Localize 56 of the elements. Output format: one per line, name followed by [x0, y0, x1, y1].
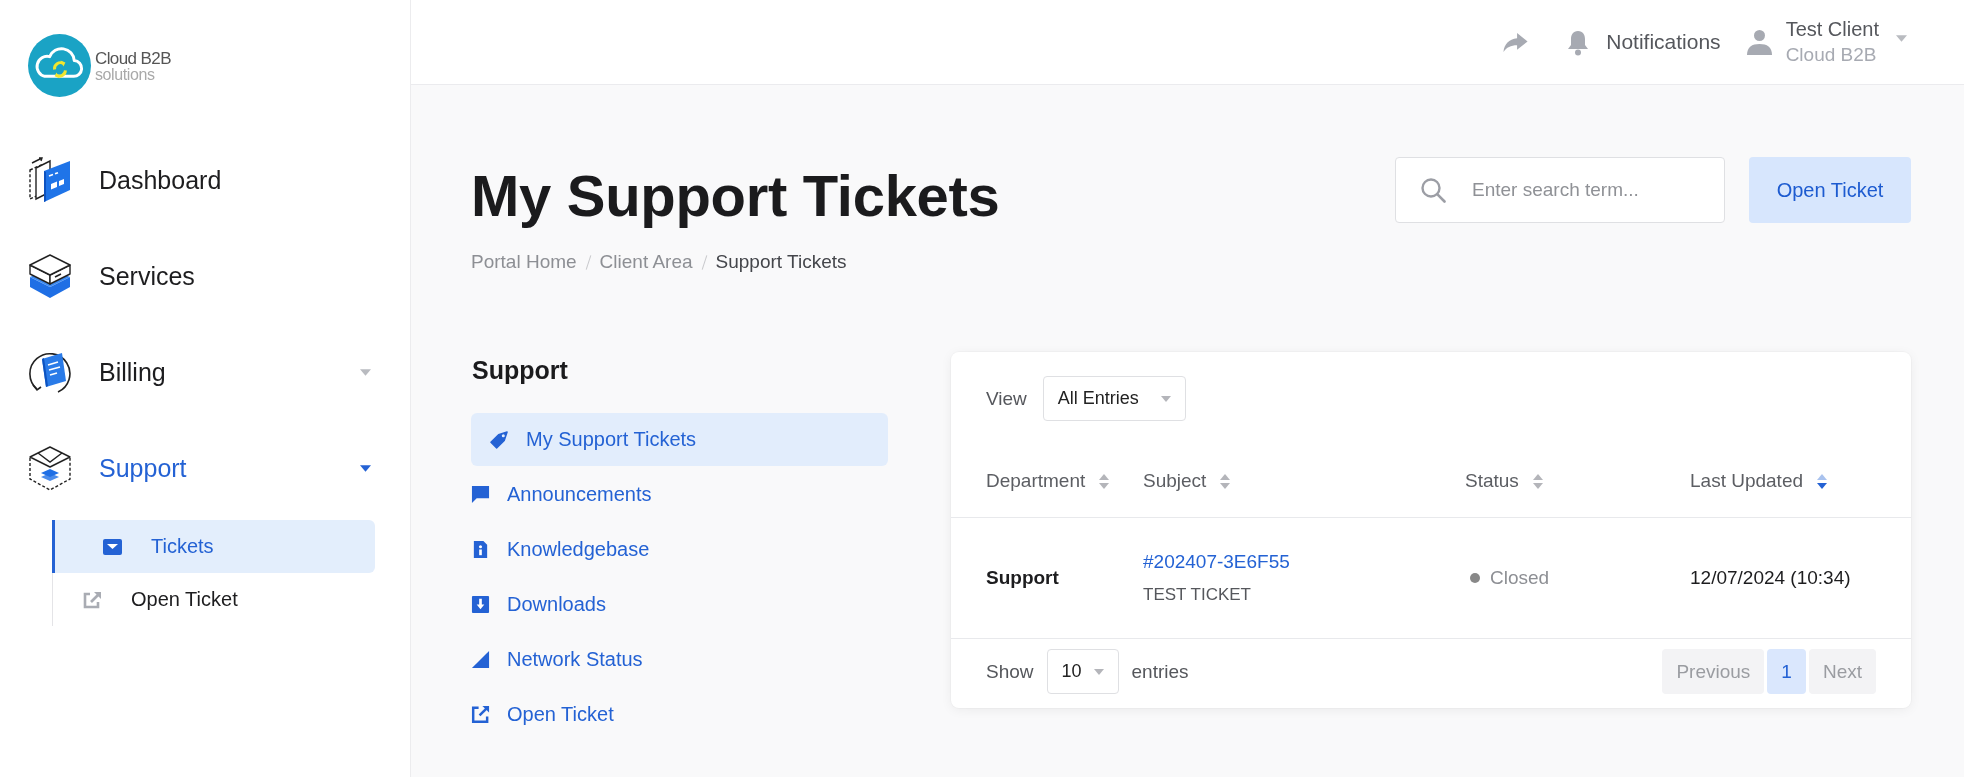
external-link-icon: [471, 705, 490, 724]
column-header[interactable]: Subject: [1143, 470, 1231, 492]
submenu-item[interactable]: Open Ticket: [53, 573, 375, 626]
notifications-button[interactable]: Notifications: [1566, 28, 1721, 56]
submenu-item[interactable]: Tickets: [52, 520, 375, 573]
support-menu-item[interactable]: Downloads: [471, 578, 888, 631]
caret-icon: [1093, 668, 1104, 675]
breadcrumb-item[interactable]: Portal Home: [471, 251, 577, 273]
breadcrumb-item[interactable]: Support Tickets: [715, 251, 847, 273]
user-icon[interactable]: [1746, 29, 1772, 55]
entries-label: entries: [1131, 660, 1189, 683]
sidebar-item[interactable]: Support: [28, 445, 187, 491]
show-label: Show: [986, 660, 1034, 683]
chat-icon: [471, 485, 490, 504]
view-dropdown[interactable]: All Entries: [1042, 376, 1186, 421]
sidebar-item[interactable]: Billing: [28, 349, 166, 395]
support-menu-item[interactable]: Network Status: [471, 633, 888, 686]
support-menu-item[interactable]: Open Ticket: [471, 688, 888, 741]
ticket-subject: TEST TICKET: [1143, 585, 1251, 605]
cloud-logo-icon: [28, 34, 91, 97]
tag-icon: [490, 430, 509, 449]
ticket-link[interactable]: #202407-3E6F55: [1143, 551, 1290, 573]
square-caret-icon: [103, 538, 122, 555]
status-text: Closed: [1490, 567, 1550, 589]
table-cell: 12/07/2024 (10:34): [1690, 567, 1851, 589]
caret-icon: [1160, 395, 1171, 402]
table-cell: Support: [986, 567, 1059, 589]
signal-icon: [471, 650, 490, 669]
search-field[interactable]: Enter search term...: [1395, 157, 1725, 223]
download-icon: [471, 595, 490, 614]
support-menu-item[interactable]: My Support Tickets: [471, 413, 888, 466]
stacked-windows-icon: [28, 157, 72, 203]
logo-tagline: solutions: [95, 66, 156, 83]
bell-icon: [1566, 28, 1591, 56]
sidebar-item[interactable]: Dashboard: [28, 157, 222, 203]
pagination-button[interactable]: 1: [1767, 649, 1806, 694]
breadcrumb-item[interactable]: Client Area: [599, 251, 693, 273]
column-header[interactable]: Last Updated: [1690, 470, 1828, 492]
sidebar-item[interactable]: Services: [28, 253, 195, 299]
page-title: My Support Tickets: [471, 162, 1000, 230]
view-label: View: [986, 387, 1027, 410]
section-heading: Support: [471, 355, 569, 386]
support-menu-item[interactable]: Knowledgebase: [471, 523, 888, 576]
column-header[interactable]: Department: [986, 470, 1110, 492]
column-header[interactable]: Status: [1465, 470, 1543, 492]
external-link-icon: [83, 590, 102, 609]
open-ticket-button[interactable]: Open Ticket: [1749, 157, 1911, 223]
open-box-icon: [28, 445, 72, 491]
support-menu-item[interactable]: Announcements: [471, 468, 888, 521]
logo-name: Cloud B2B: [95, 50, 171, 67]
user-name: Test Client: [1785, 17, 1879, 42]
page-size-dropdown[interactable]: 10: [1046, 649, 1119, 694]
caret-icon[interactable]: [360, 464, 371, 472]
user-company: Cloud B2B: [1785, 43, 1878, 67]
info-document-icon: [471, 540, 490, 559]
server-box-icon: [28, 253, 72, 299]
